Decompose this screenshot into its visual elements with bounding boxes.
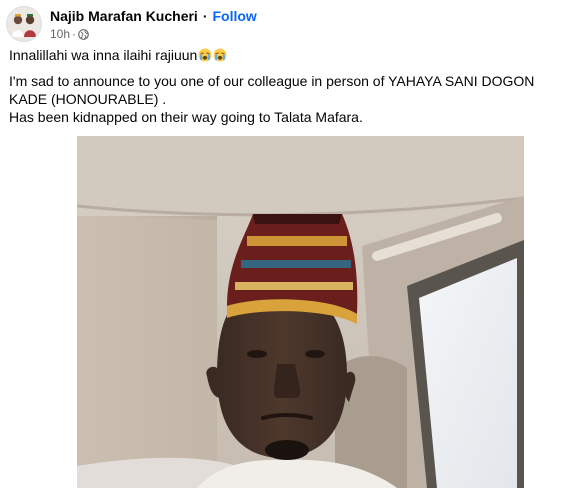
post-photo-image (77, 136, 524, 488)
post-text-line-1: Innalillahi wa inna ilaihi rajiuun (9, 46, 574, 64)
follow-button[interactable]: Follow (213, 7, 257, 25)
author-row: Najib Marafan Kucheri · Follow (50, 7, 257, 25)
author-name[interactable]: Najib Marafan Kucheri (50, 7, 198, 25)
post-photo[interactable] (77, 136, 524, 488)
author-follow-separator: · (202, 7, 208, 24)
loudly-crying-face-emoji-icon (198, 48, 212, 62)
author-avatar[interactable] (6, 6, 42, 42)
globe-icon[interactable] (78, 28, 89, 40)
post-meta: 10h · (50, 26, 257, 42)
post-text: Innalillahi wa inna ilaihi rajiuun I'm s… (9, 46, 574, 126)
facebook-post: Najib Marafan Kucheri · Follow 10h · Inn… (0, 0, 579, 491)
post-text-paragraph: I'm sad to announce to you one of our co… (9, 72, 574, 126)
post-header: Najib Marafan Kucheri · Follow 10h · (6, 4, 257, 44)
post-text-line-1-text: Innalillahi wa inna ilaihi rajiuun (9, 47, 198, 63)
avatar-image (7, 7, 41, 41)
post-timestamp[interactable]: 10h (50, 26, 70, 42)
loudly-crying-face-emoji-icon (213, 48, 227, 62)
post-text-line-2: I'm sad to announce to you one of our co… (9, 73, 535, 107)
meta-separator: · (72, 26, 77, 41)
post-text-line-3: Has been kidnapped on their way going to… (9, 109, 363, 125)
post-header-text: Najib Marafan Kucheri · Follow 10h · (50, 7, 257, 42)
